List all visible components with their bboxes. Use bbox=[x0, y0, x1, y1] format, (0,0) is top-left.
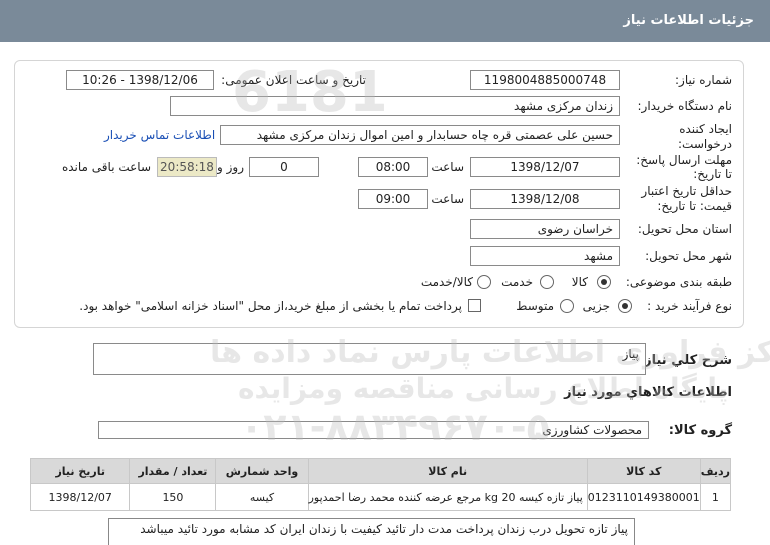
need-description-field[interactable]: پیاز bbox=[93, 343, 646, 375]
table-row[interactable]: 1 0123110149380001 پیاز تازه کیسه 20 kg … bbox=[29, 483, 732, 511]
need-number-field[interactable]: 1198004885000748 bbox=[470, 70, 620, 90]
remaining-time-field: 20:58:18 bbox=[157, 157, 217, 177]
category-label: طبقه بندی موضوعی: bbox=[625, 275, 732, 289]
deadline-date-field[interactable]: 1398/12/07 bbox=[470, 157, 620, 177]
purchase-radio-minor[interactable] bbox=[618, 299, 632, 313]
category-radio-goods[interactable] bbox=[597, 275, 611, 289]
cell-row: 1 bbox=[699, 483, 732, 511]
validity-label-2: قیمت: تا تاریخ: bbox=[657, 199, 732, 213]
col-row-header: ردیف bbox=[699, 458, 732, 484]
city-field[interactable]: مشهد bbox=[470, 246, 620, 266]
category-option-service: خدمت bbox=[501, 275, 533, 289]
goods-group-label: گروه کالا: bbox=[668, 423, 732, 438]
province-label: استان محل تحویل: bbox=[637, 222, 732, 236]
requester-label-1: ایجاد کننده bbox=[679, 122, 732, 136]
validity-time-field[interactable]: 09:00 bbox=[358, 189, 428, 209]
validity-label-1: حداقل تاریخ اعتبار bbox=[641, 184, 732, 198]
deadline-time-label: ساعت bbox=[431, 160, 464, 174]
goods-info-title: اطلاعات کالاهاي مورد نياز bbox=[564, 385, 732, 400]
days-label: روز و bbox=[217, 160, 244, 174]
cell-date: 1398/12/07 bbox=[29, 483, 131, 511]
goods-table: ردیف کد کالا نام کالا واحد شمارش تعداد /… bbox=[29, 458, 732, 511]
remaining-time-label: ساعت باقی مانده bbox=[61, 160, 151, 174]
header-bar: جزئیات اطلاعات نیاز bbox=[0, 0, 770, 42]
cell-unit: کیسه bbox=[215, 483, 309, 511]
buyer-org-field[interactable]: زندان مرکزی مشهد bbox=[170, 96, 620, 116]
purchase-type-label: نوع فرآیند خرید : bbox=[647, 299, 732, 313]
deadline-label-1: مهلت ارسال پاسخ: bbox=[636, 153, 732, 167]
announce-label: تاریخ و ساعت اعلان عمومی: bbox=[221, 73, 366, 87]
cell-name: پیاز تازه کیسه 20 kg مرجع عرضه کننده محم… bbox=[307, 483, 588, 511]
buyer-note: پیاز تازه تحویل درب زندان پرداخت مدت دار… bbox=[108, 518, 635, 545]
page-title: جزئیات اطلاعات نیاز bbox=[623, 13, 754, 28]
purchase-radio-medium[interactable] bbox=[560, 299, 574, 313]
cell-qty: 150 bbox=[129, 483, 217, 511]
category-radio-goods-service[interactable] bbox=[477, 275, 491, 289]
deadline-time-field[interactable]: 08:00 bbox=[358, 157, 428, 177]
col-date-header: تاریخ نیاز bbox=[29, 458, 131, 484]
category-option-goods-service: کالا/خدمت bbox=[420, 275, 473, 289]
days-field[interactable]: 0 bbox=[249, 157, 319, 177]
validity-time-label: ساعت bbox=[431, 192, 464, 206]
col-qty-header: تعداد / مقدار bbox=[129, 458, 217, 484]
need-number-label: شماره نیاز: bbox=[675, 73, 732, 87]
table-header-row: ردیف کد کالا نام کالا واحد شمارش تعداد /… bbox=[29, 458, 732, 484]
cell-code: 0123110149380001 bbox=[586, 483, 701, 511]
purchase-option-minor: جزیی bbox=[582, 299, 610, 313]
requester-label-2: درخواست: bbox=[678, 137, 732, 151]
announce-field[interactable]: 1398/12/06 - 10:26 bbox=[66, 70, 214, 90]
buyer-contact-link[interactable]: اطلاعات تماس خریدار bbox=[104, 128, 215, 142]
need-description-label: شرح کلي نياز: bbox=[638, 353, 732, 368]
treasury-checkbox[interactable] bbox=[468, 299, 481, 312]
treasury-note: پرداخت تمام یا بخشی از مبلغ خرید،از محل … bbox=[79, 299, 462, 313]
province-field[interactable]: خراسان رضوی bbox=[470, 219, 620, 239]
city-label: شهر محل تحویل: bbox=[645, 249, 732, 263]
purchase-option-medium: متوسط bbox=[516, 299, 554, 313]
buyer-org-label: نام دستگاه خریدار: bbox=[637, 99, 733, 113]
category-option-goods: کالا bbox=[571, 275, 588, 289]
col-name-header: نام کالا bbox=[307, 458, 588, 484]
validity-date-field[interactable]: 1398/12/08 bbox=[470, 189, 620, 209]
col-unit-header: واحد شمارش bbox=[215, 458, 309, 484]
deadline-label-2: تا تاریخ: bbox=[693, 167, 732, 181]
requester-field[interactable]: حسین علی عصمتی قره چاه حسابدار و امین ام… bbox=[220, 125, 620, 145]
goods-group-field[interactable]: محصولات کشاورزی bbox=[98, 421, 649, 439]
category-radio-service[interactable] bbox=[540, 275, 554, 289]
col-code-header: کد کالا bbox=[586, 458, 701, 484]
